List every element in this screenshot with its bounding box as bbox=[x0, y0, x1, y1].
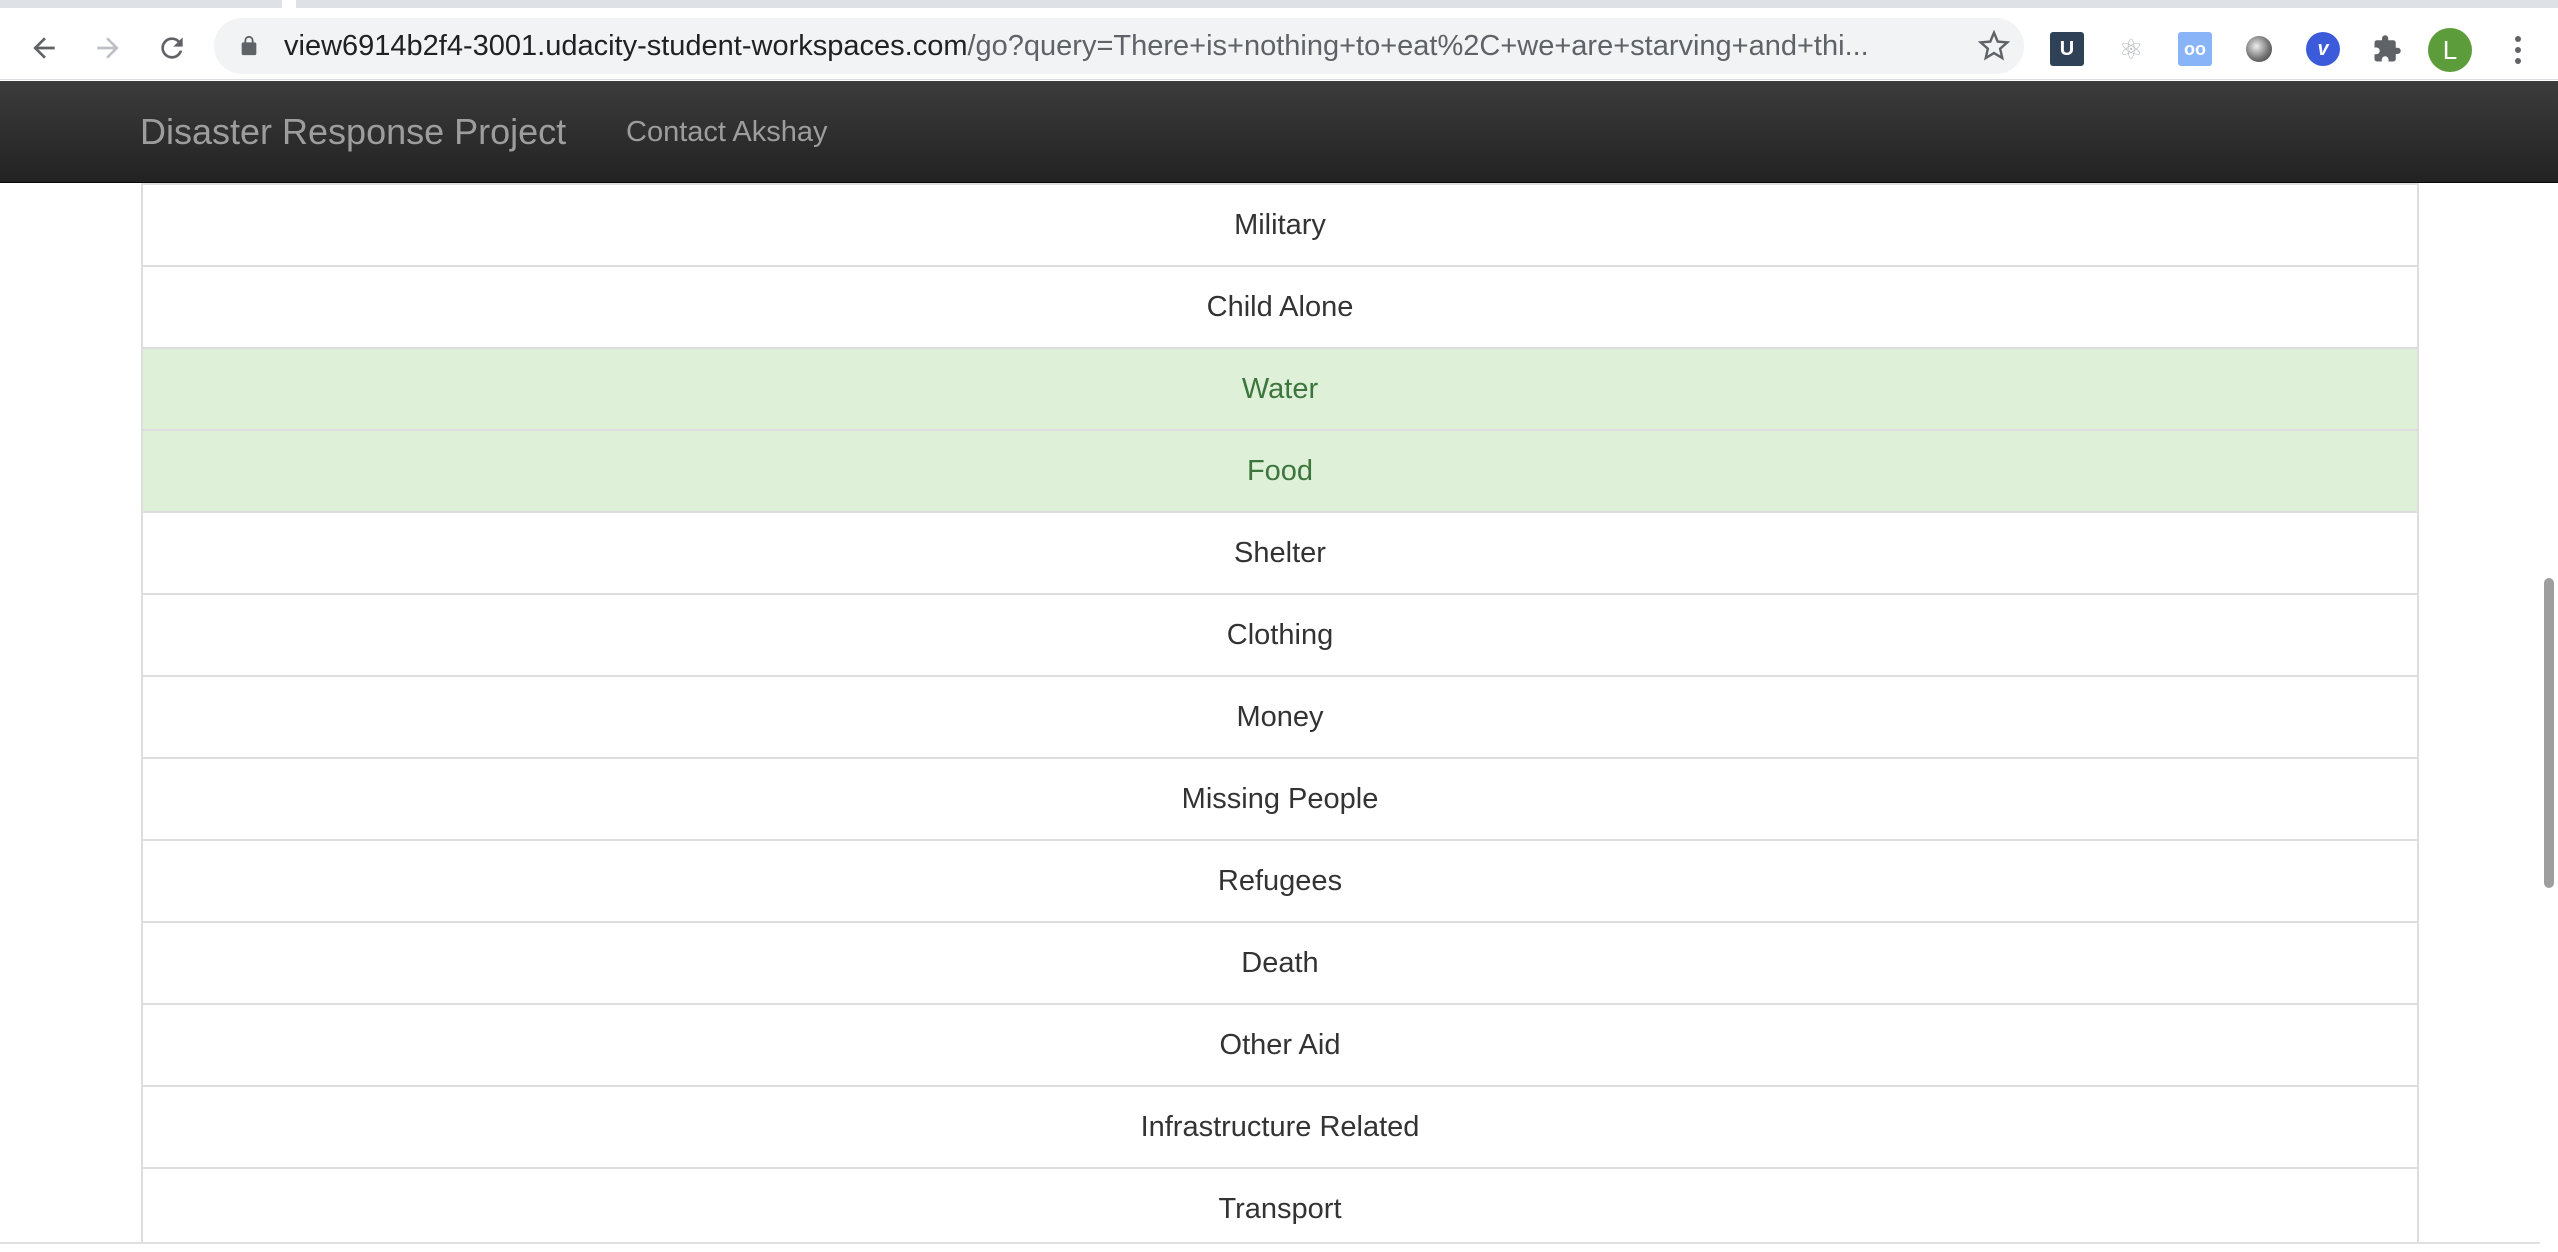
profile-avatar[interactable]: L bbox=[2428, 28, 2472, 72]
active-tab-edge[interactable] bbox=[282, 0, 296, 8]
react-devtools-icon[interactable]: ⚛ bbox=[2114, 32, 2148, 66]
tab-strip bbox=[0, 0, 2558, 8]
navbar-brand[interactable]: Disaster Response Project bbox=[140, 81, 566, 183]
viewport-bottom-edge bbox=[0, 1242, 2540, 1252]
category-row: Money bbox=[143, 675, 2417, 757]
page-scrollbar[interactable] bbox=[2540, 183, 2558, 1252]
vimeo-extension-icon[interactable]: v bbox=[2306, 32, 2340, 66]
address-bar[interactable]: view6914b2f4-3001.udacity-student-worksp… bbox=[214, 18, 2024, 74]
page-content: SecurityMilitaryChild AloneWaterFoodShel… bbox=[0, 183, 2540, 1252]
arrow-right-icon bbox=[97, 37, 119, 59]
category-row: Military bbox=[143, 183, 2417, 265]
app-navbar: Disaster Response Project Contact Akshay bbox=[0, 81, 2558, 183]
category-row: Food bbox=[143, 429, 2417, 511]
puzzle-icon bbox=[2374, 35, 2401, 62]
bookmark-star-icon[interactable] bbox=[1978, 30, 2010, 62]
forward-button[interactable] bbox=[86, 26, 130, 70]
url-text[interactable]: view6914b2f4-3001.udacity-student-worksp… bbox=[284, 18, 1944, 74]
category-row: Refugees bbox=[143, 839, 2417, 921]
categories-table: SecurityMilitaryChild AloneWaterFoodShel… bbox=[141, 183, 2419, 1249]
category-row: Shelter bbox=[143, 511, 2417, 593]
glasses-extension-icon[interactable]: oo bbox=[2178, 32, 2212, 66]
category-row: Other Aid bbox=[143, 1003, 2417, 1085]
menu-dot-icon bbox=[2515, 58, 2521, 64]
browser-menu-button[interactable] bbox=[2500, 32, 2536, 68]
category-row: Infrastructure Related bbox=[143, 1085, 2417, 1167]
browser-toolbar: view6914b2f4-3001.udacity-student-worksp… bbox=[0, 8, 2558, 80]
contact-link[interactable]: Contact Akshay bbox=[626, 81, 828, 183]
url-path: /go?query=There+is+nothing+to+eat%2C+we+… bbox=[967, 30, 1869, 62]
arrow-left-icon bbox=[33, 37, 55, 59]
category-row: Missing People bbox=[143, 757, 2417, 839]
udacity-extension-icon[interactable]: U bbox=[2050, 32, 2084, 66]
menu-dot-icon bbox=[2515, 36, 2521, 42]
category-row: Clothing bbox=[143, 593, 2417, 675]
category-row: Transport bbox=[143, 1167, 2417, 1249]
scrollbar-thumb[interactable] bbox=[2544, 578, 2554, 888]
url-host: view6914b2f4-3001.udacity-student-worksp… bbox=[284, 30, 968, 62]
orb-extension-icon[interactable] bbox=[2246, 36, 2272, 62]
back-button[interactable] bbox=[22, 26, 66, 70]
lock-icon bbox=[241, 35, 257, 56]
reload-icon bbox=[161, 37, 183, 59]
category-row: Water bbox=[143, 347, 2417, 429]
menu-dot-icon bbox=[2515, 47, 2521, 53]
category-row: Child Alone bbox=[143, 265, 2417, 347]
reload-button[interactable] bbox=[150, 26, 194, 70]
puzzle-extensions-icon[interactable] bbox=[2370, 32, 2404, 66]
category-row: Death bbox=[143, 921, 2417, 1003]
